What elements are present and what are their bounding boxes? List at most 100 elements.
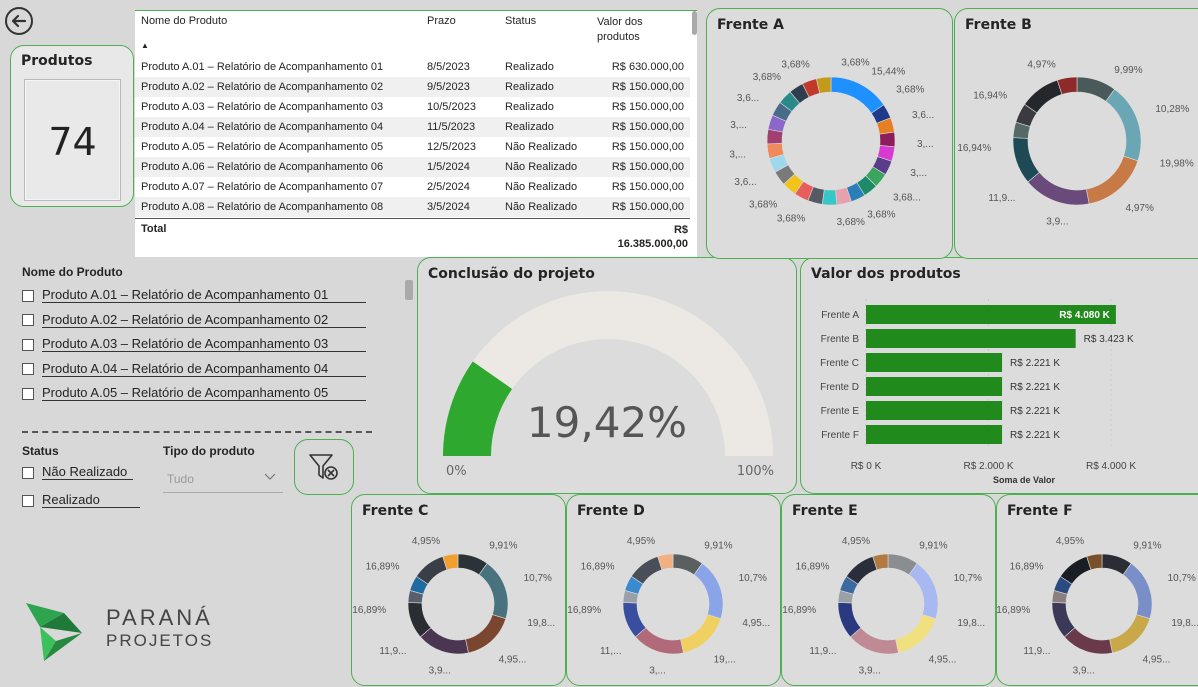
- donut-data-label: 15,44%: [871, 66, 905, 77]
- cell-value: R$ 150.000,00: [611, 81, 684, 93]
- cell-deadline: 2/5/2024: [427, 181, 470, 193]
- bar-chart: R$ 0 K R$ 2.000 K R$ 4.000 K Frente A R$ 4.0…: [820, 299, 1136, 485]
- status-option-label: Não Realizado: [42, 464, 134, 480]
- checkbox[interactable]: [22, 363, 34, 376]
- donut-data-label: 19,8...: [1171, 618, 1198, 629]
- bar: [866, 377, 1003, 396]
- donut-card-frente-f: Frente F 4,95% 9,91% 10,7% 19,8... 4,95... 3,…: [996, 494, 1198, 686]
- donut-data-label: 10,7%: [524, 573, 552, 584]
- donut-slice: [1027, 171, 1090, 206]
- donut-data-label: 3,68%: [896, 85, 924, 96]
- back-button[interactable]: [3, 4, 37, 38]
- donut-data-label: 4,97%: [1125, 203, 1153, 214]
- col-header-deadline[interactable]: Prazo: [427, 15, 456, 27]
- donut-data-label: 4,95...: [1143, 655, 1171, 666]
- table-row[interactable]: Produto A.08 – Relatório de Acompanhamen…: [135, 197, 690, 217]
- donut-slice: [478, 562, 509, 620]
- table-row[interactable]: Produto A.05 – Relatório de Acompanhamen…: [135, 137, 690, 157]
- cell-name: Produto A.08 – Relatório de Acompanhamen…: [141, 201, 384, 213]
- total-label: Total: [141, 223, 167, 235]
- donut-data-label: 16,89%: [581, 562, 615, 573]
- cell-deadline: 9/5/2023: [427, 81, 470, 93]
- donut-data-label: 16,89%: [782, 605, 816, 616]
- donut-data-label: 9,91%: [919, 541, 947, 552]
- slicer-produto-option[interactable]: Produto A.02 – Relatório de Acompanhamen…: [22, 311, 367, 336]
- donut-data-label: 19,8...: [527, 618, 555, 629]
- sort-arrow-icon[interactable]: ▲: [141, 41, 149, 50]
- donut-data-label: 11,9...: [988, 193, 1015, 204]
- checkbox[interactable]: [22, 314, 34, 327]
- donut-data-label: 3,...: [730, 120, 747, 131]
- col-header-status[interactable]: Status: [505, 15, 536, 27]
- clear-filters-button[interactable]: [294, 439, 354, 495]
- donut-chart-frente-d: 4,95% 9,91% 10,7% 4,95... 19,... 3,... 11,... 1…: [567, 536, 770, 677]
- table-row[interactable]: Produto A.02 – Relatório de Acompanhamen…: [135, 77, 690, 97]
- donut-chart-frente-f: 4,95% 9,91% 10,7% 19,8... 4,95... 3,9... 11,9.…: [997, 536, 1198, 677]
- table-row[interactable]: Produto A.01 – Relatório de Acompanhamen…: [135, 57, 690, 77]
- slicer-produto-option[interactable]: Produto A.03 – Relatório de Acompanhamen…: [22, 336, 367, 360]
- donut-data-label: 3,...: [917, 139, 934, 150]
- slicer-produto-option[interactable]: Produto A.05 – Relatório de Acompanhamen…: [22, 385, 367, 409]
- checkbox[interactable]: [22, 338, 34, 351]
- status-option-nao-realizado[interactable]: Não Realizado: [22, 464, 134, 488]
- cell-status: Realizado: [505, 101, 554, 113]
- cell-status: Realizado: [505, 121, 554, 133]
- tipo-dropdown[interactable]: Tudo: [163, 466, 283, 493]
- cell-deadline: 11/5/2023: [427, 121, 476, 133]
- donut-data-label: 16,89%: [1010, 562, 1044, 573]
- donut-chart-frente-b: 4,97% 9,99% 10,28% 19,98% 4,97% 3,9... 11,9...…: [957, 59, 1194, 227]
- cell-value: R$ 630.000,00: [611, 61, 684, 73]
- donut-data-label: 11,9...: [809, 646, 836, 657]
- donut-data-label: 4,95%: [842, 536, 870, 547]
- donut-data-label: 3,...: [729, 150, 746, 161]
- bar: [866, 401, 1003, 420]
- gauge-value-label: 19,42%: [526, 398, 688, 447]
- table-row[interactable]: Produto A.07 – Relatório de Acompanhamen…: [135, 177, 690, 197]
- produtos-card: Produtos 74: [10, 45, 134, 207]
- table-row[interactable]: Produto A.03 – Relatório de Acompanhamen…: [135, 97, 690, 117]
- table-row[interactable]: Produto A.06 – Relatório de Acompanhamen…: [135, 157, 690, 177]
- slicer-produto-option[interactable]: Produto A.01 – Relatório de Acompanhamen…: [22, 287, 367, 311]
- slicer-produto-option-label: Produto A.04 – Relatório de Acompanhamen…: [42, 360, 367, 377]
- cell-status: Não Realizado: [505, 201, 578, 213]
- donut-slice: [879, 131, 896, 148]
- donut-data-label: 9,91%: [1133, 541, 1161, 552]
- x-tick-label: R$ 4.000 K: [1086, 461, 1136, 472]
- x-axis-label: Soma de Valor: [993, 475, 1056, 485]
- y-category-label: Frente F: [821, 430, 859, 441]
- table-scrollbar[interactable]: [692, 11, 697, 35]
- cell-name: Produto A.01 – Relatório de Acompanhamen…: [141, 61, 384, 73]
- donut-data-label: 16,89%: [997, 605, 1030, 616]
- bar-value-label: R$ 2.221 K: [1010, 358, 1060, 369]
- status-option-label: Realizado: [42, 492, 140, 508]
- gauge-card: Conclusão do projeto 19,42% 0% 100%: [417, 257, 797, 494]
- donut-data-label: 3,...: [910, 168, 927, 179]
- checkbox[interactable]: [22, 387, 34, 400]
- donut-data-label: 3,68%: [781, 59, 809, 70]
- checkbox[interactable]: [22, 494, 34, 507]
- donut-card-frente-e: Frente E 4,95% 9,91% 10,7% 19,8... 4,95... 3,…: [781, 494, 996, 686]
- slicer-scrollbar[interactable]: [405, 280, 413, 300]
- table-row[interactable]: Produto A.04 – Relatório de Acompanhamen…: [135, 117, 690, 137]
- bar: [866, 425, 1003, 444]
- donut-data-label: 16,89%: [567, 605, 601, 616]
- cell-deadline: 12/5/2023: [427, 141, 476, 153]
- donut-data-label: 16,89%: [796, 562, 830, 573]
- status-option-realizado[interactable]: Realizado: [22, 492, 140, 516]
- company-logo: PARANÁ PROJETOS: [24, 597, 211, 671]
- produtos-value-box: 74: [24, 79, 121, 201]
- donut-slice: [1024, 79, 1063, 114]
- col-header-name[interactable]: Nome do Produto: [141, 15, 227, 27]
- checkbox[interactable]: [22, 466, 34, 479]
- cell-value: R$ 150.000,00: [611, 201, 684, 213]
- slicer-produto-option[interactable]: Produto A.04 – Relatório de Acompanhamen…: [22, 360, 367, 385]
- donut-data-label: 3,68%: [837, 217, 865, 228]
- bar-value-label: R$ 2.221 K: [1010, 430, 1060, 441]
- slicer-produto-clipped-item: [22, 428, 412, 434]
- cell-status: Não Realizado: [505, 161, 578, 173]
- donut-card-frente-b: Frente B 4,97% 9,99% 10,28% 19,98% 4,97% 3,9.…: [954, 8, 1198, 259]
- col-header-value[interactable]: Valor dos produtos: [597, 15, 665, 45]
- checkbox[interactable]: [22, 289, 34, 302]
- cell-status: Não Realizado: [505, 181, 578, 193]
- donut-data-label: 3,6...: [734, 177, 756, 188]
